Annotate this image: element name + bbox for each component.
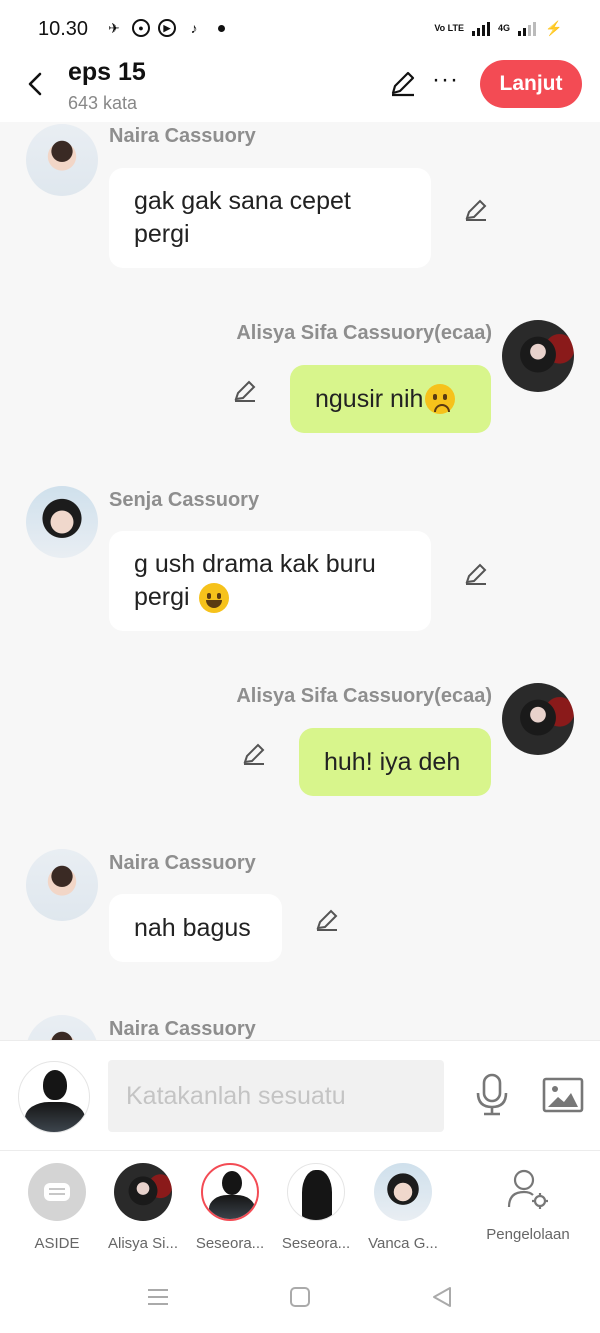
signal-2-icon	[518, 20, 536, 36]
charging-icon: ⚡	[545, 19, 563, 36]
edit-message-icon[interactable]	[462, 560, 490, 588]
volte-icon: Vo LTE	[434, 22, 464, 33]
avatar[interactable]	[26, 124, 98, 196]
notification-icons: ✈ ● ▶ ♪	[104, 18, 225, 38]
message-input[interactable]	[108, 1060, 444, 1132]
edit-message-icon[interactable]	[231, 377, 259, 405]
message-text: huh! iya deh	[324, 747, 461, 776]
home-icon[interactable]	[287, 1284, 313, 1310]
sender-name: Naira Cassuory	[109, 125, 256, 147]
avatar[interactable]	[502, 320, 574, 392]
role-label: Seseora...	[281, 1235, 351, 1252]
status-bar: 10.30 ✈ ● ▶ ♪ Vo LTE 4G ⚡	[0, 0, 600, 58]
sender-name: Senja Cassuory	[109, 489, 260, 511]
message-bubble[interactable]: nah bagus	[109, 894, 282, 962]
sender-name: Alisya Sifa Cassuory(ecaa)	[236, 322, 492, 344]
satellite-icon: ✈	[108, 19, 120, 36]
microphone-icon[interactable]	[474, 1073, 510, 1117]
role-label: Alisya Si...	[107, 1235, 179, 1252]
role-selector: ASIDE Alisya Si... Seseora... Seseora...…	[0, 1150, 600, 1260]
play-notification-icon: ▶	[158, 19, 176, 37]
grinning-emoji-icon	[198, 583, 229, 614]
word-count: 643 kata	[68, 93, 138, 113]
network-type: 4G	[497, 22, 510, 33]
role-vanca[interactable]: Vanca G...	[358, 1163, 448, 1252]
sender-name: Alisya Sifa Cassuory(ecaa)	[236, 685, 492, 707]
current-role-avatar[interactable]	[18, 1061, 90, 1133]
message-text: ngusir nih	[315, 384, 424, 413]
edit-message-icon[interactable]	[462, 196, 490, 224]
back-triangle-icon[interactable]	[429, 1284, 455, 1310]
role-seseorang[interactable]: Seseora...	[271, 1163, 361, 1252]
story-header: eps 15 643 kata ··· Lanjut	[0, 58, 600, 122]
composer-bar	[0, 1040, 600, 1150]
avatar[interactable]	[502, 683, 574, 755]
system-icons: Vo LTE 4G ⚡	[434, 18, 564, 38]
message-text: nah bagus	[134, 913, 251, 942]
message-bubble[interactable]: ngusir nih	[290, 365, 491, 433]
pencil-icon[interactable]	[388, 68, 418, 98]
message-bubble[interactable]: gak gak sana cepet pergi	[109, 168, 431, 268]
role-alisya[interactable]: Alisya Si...	[98, 1163, 188, 1252]
avatar	[201, 1163, 259, 1221]
back-arrow-icon[interactable]	[22, 70, 50, 98]
edit-message-icon[interactable]	[313, 906, 341, 934]
next-button[interactable]: Lanjut	[480, 60, 582, 108]
message-bubble[interactable]: g ush drama kak buru pergi	[109, 531, 431, 631]
signal-icon	[471, 20, 490, 36]
avatar	[374, 1163, 432, 1221]
chat-list[interactable]: Naira Cassuory gak gak sana cepet pergi …	[0, 122, 600, 1040]
crying-emoji-icon	[425, 384, 456, 414]
aside-icon	[28, 1163, 86, 1221]
role-label: Pengelolaan	[486, 1226, 570, 1243]
role-management-button[interactable]: Pengelolaan	[483, 1163, 573, 1243]
avatar[interactable]	[26, 486, 98, 558]
role-seseorang-selected[interactable]: Seseora...	[185, 1163, 275, 1252]
role-aside[interactable]: ASIDE	[12, 1163, 102, 1252]
message-text: gak gak sana cepet pergi	[134, 187, 351, 248]
avatar	[287, 1163, 345, 1221]
system-navigation-bar	[0, 1260, 600, 1333]
avatar	[114, 1163, 172, 1221]
more-icon[interactable]: ···	[432, 66, 459, 94]
sender-name: Naira Cassuory	[109, 852, 256, 874]
edit-message-icon[interactable]	[240, 740, 268, 768]
role-label: ASIDE	[34, 1235, 80, 1252]
status-time: 10.30	[38, 18, 89, 40]
role-label: Vanca G...	[368, 1235, 438, 1252]
tiktok-icon: ♪	[190, 20, 198, 36]
app-notification-icon: ●	[132, 19, 150, 37]
message-text: g ush drama kak buru pergi	[134, 548, 406, 614]
role-label: Seseora...	[195, 1235, 265, 1252]
user-settings-icon	[507, 1169, 548, 1209]
avatar[interactable]	[26, 849, 98, 921]
page-title: eps 15	[68, 58, 146, 86]
menu-icon[interactable]	[145, 1284, 171, 1310]
image-icon[interactable]	[542, 1077, 584, 1113]
avatar[interactable]	[26, 1015, 98, 1040]
message-bubble[interactable]: huh! iya deh	[299, 728, 491, 796]
more-notifications-dot	[218, 24, 225, 32]
sender-name: Naira Cassuory	[109, 1018, 256, 1040]
